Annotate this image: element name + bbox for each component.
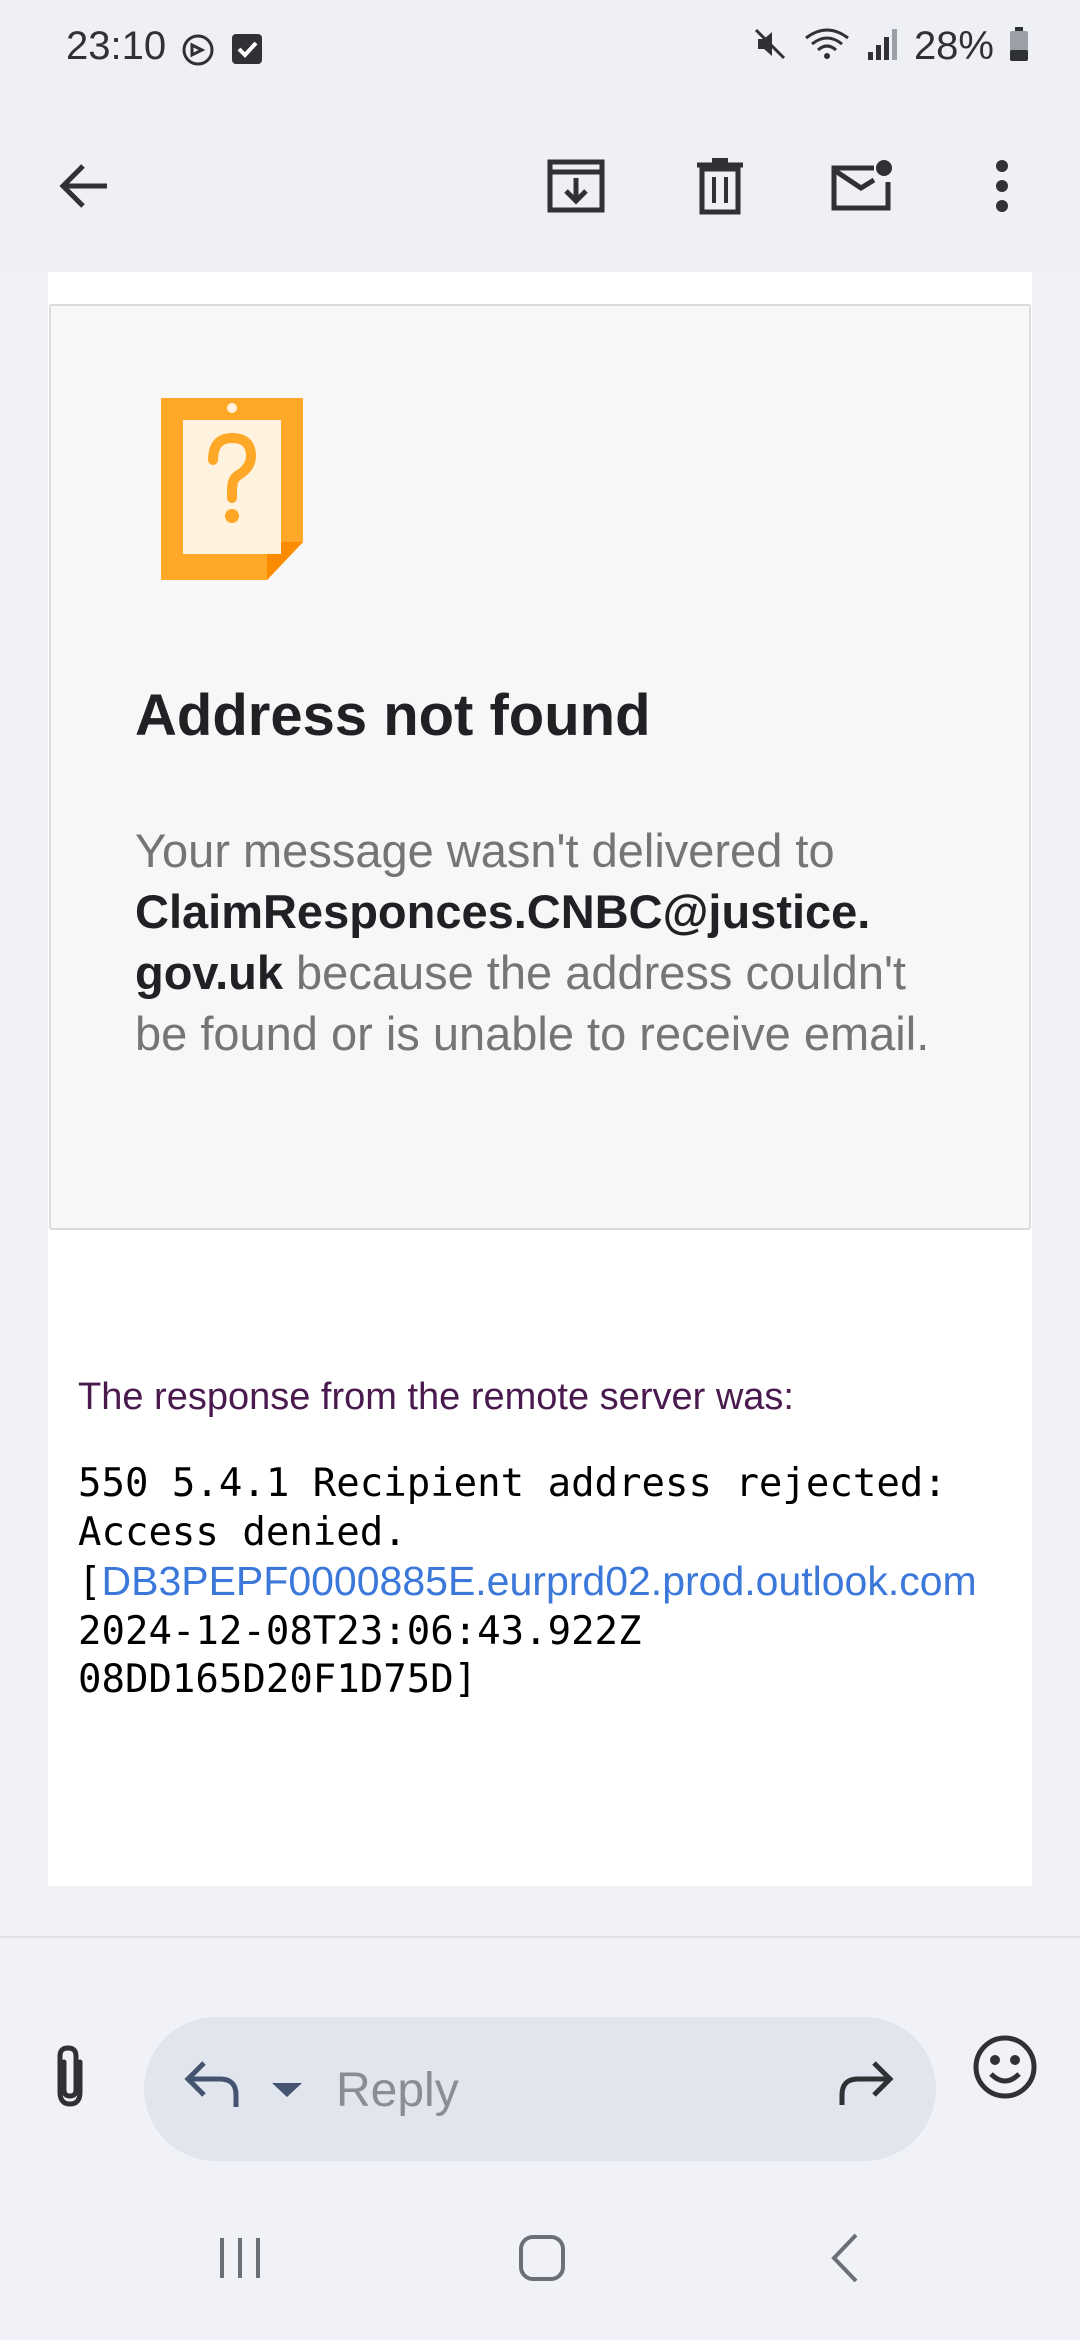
emoji-icon[interactable]: [972, 2034, 1038, 2105]
card-message: Your message wasn't delivered to ClaimRe…: [135, 820, 935, 1064]
wifi-icon: [802, 26, 852, 67]
recipient-address-line1: ClaimResponces.CNBC@justice.: [135, 885, 871, 938]
bounce-card: Address not found Your message wasn't de…: [49, 304, 1031, 1230]
checkbox-icon: [230, 32, 264, 71]
archive-icon: [546, 158, 606, 219]
archive-button[interactable]: [528, 140, 624, 236]
email-toolbar: [0, 104, 1080, 272]
response-id: 08DD165D20F1D75D]: [78, 1657, 478, 1702]
reply-field[interactable]: Reply: [144, 2017, 936, 2161]
back-chevron-icon: [826, 2231, 866, 2290]
server-response: 550 5.4.1 Recipient address rejected: Ac…: [78, 1460, 977, 1705]
server-host-link[interactable]: DB3PEPF0000885E.eurprd02.prod.outlook.co…: [101, 1558, 976, 1604]
back-button[interactable]: [36, 140, 132, 236]
reply-bar: Reply: [0, 1980, 1080, 2180]
status-right: 28%: [752, 24, 1030, 69]
forward-icon[interactable]: [836, 2059, 896, 2114]
mute-icon: [752, 26, 788, 67]
card-title: Address not found: [135, 683, 651, 748]
back-arrow-icon: [57, 162, 111, 215]
reply-placeholder[interactable]: Reply: [336, 2063, 459, 2118]
notification-icon: [180, 32, 216, 73]
response-timestamp: 2024-12-08T23:06:43.922Z: [78, 1608, 642, 1654]
system-navbar: [0, 2180, 1080, 2340]
mark-unread-icon: [830, 158, 896, 219]
recent-apps-button[interactable]: [200, 2220, 280, 2300]
response-bracket: [: [78, 1560, 102, 1605]
delete-icon: [695, 157, 745, 220]
chevron-down-icon[interactable]: [272, 2083, 302, 2097]
more-options-button[interactable]: [954, 140, 1050, 236]
battery-percent: 28%: [913, 24, 994, 68]
paperclip-icon: [50, 2044, 90, 2113]
warning-note-icon: [157, 394, 307, 589]
response-line1: 550 5.4.1 Recipient address rejected:: [78, 1461, 947, 1506]
more-options-icon: [994, 159, 1010, 217]
back-nav-button[interactable]: [806, 2220, 886, 2300]
recipient-address-line2: gov.uk: [135, 946, 283, 999]
response-line2: Access denied.: [78, 1509, 407, 1555]
message-prefix: Your message wasn't delivered to: [135, 824, 835, 877]
reply-icon[interactable]: [182, 2057, 242, 2116]
recent-apps-icon: [215, 2233, 265, 2288]
attach-button[interactable]: [38, 2030, 102, 2126]
remote-server-label: The response from the remote server was:: [78, 1376, 794, 1418]
mark-unread-button[interactable]: [815, 140, 911, 236]
divider: [0, 1936, 1080, 1938]
home-button[interactable]: [502, 2220, 582, 2300]
status-bar: 23:10 28%: [0, 0, 1080, 104]
email-body: Address not found Your message wasn't de…: [48, 272, 1032, 1886]
home-icon: [517, 2233, 567, 2288]
delete-button[interactable]: [672, 140, 768, 236]
battery-icon: [1008, 26, 1030, 67]
signal-icon: [866, 26, 900, 67]
status-time: 23:10: [66, 24, 167, 68]
